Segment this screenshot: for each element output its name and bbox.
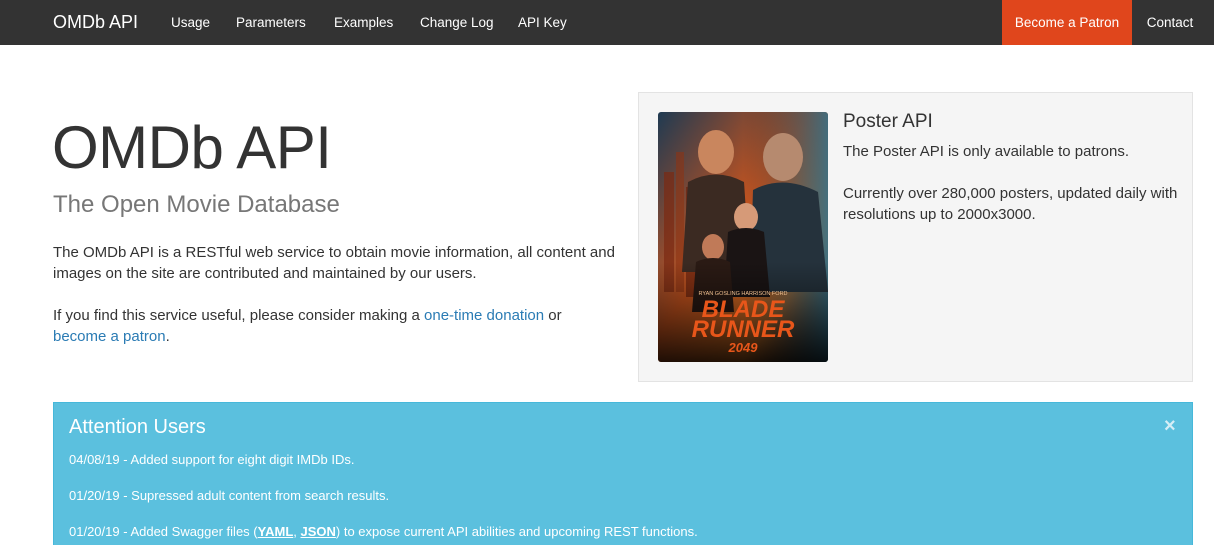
donation-text-prefix: If you find this service useful, please … — [53, 307, 425, 324]
donation-text-suffix: . — [165, 328, 170, 345]
become-patron-link[interactable]: become a patron — [53, 328, 166, 345]
poster-api-stats: Currently over 280,000 posters, updated … — [843, 185, 1178, 223]
brand-link[interactable]: OMDb API — [53, 0, 138, 45]
alert-title: Attention Users — [69, 416, 206, 438]
alert-item: 01/20/19 - Added Swagger files (YAML, JS… — [69, 524, 698, 539]
poster-title-line2: RUNNER — [692, 316, 795, 343]
page-subtitle: The Open Movie Database — [53, 191, 340, 218]
nav-parameters[interactable]: Parameters — [236, 0, 306, 45]
alert-item-suffix: ) to expose current API abilities and up… — [335, 524, 698, 539]
nav-api-key[interactable]: API Key — [518, 0, 567, 45]
top-navbar: OMDb API Usage Parameters Examples Chang… — [0, 0, 1214, 45]
alert-item: 01/20/19 - Supressed adult content from … — [69, 488, 390, 503]
nav-contact[interactable]: Contact — [1132, 0, 1208, 45]
json-link[interactable]: JSON — [301, 524, 336, 539]
page-title: OMDb API — [52, 114, 332, 181]
donation-link[interactable]: one-time donation — [424, 307, 544, 324]
nav-usage[interactable]: Usage — [171, 0, 210, 45]
intro-paragraph: The OMDb API is a RESTful web service to… — [53, 244, 615, 282]
poster-api-heading: Poster API — [843, 111, 933, 132]
become-patron-button[interactable]: Become a Patron — [1002, 0, 1132, 45]
donation-paragraph: If you find this service useful, please … — [53, 305, 623, 347]
poster-api-availability: The Poster API is only available to patr… — [843, 143, 1129, 160]
movie-poster-image: RYAN GOSLING HARRISON FORD BLADE RUNNER … — [658, 112, 828, 362]
alert-item: 04/08/19 - Added support for eight digit… — [69, 452, 355, 467]
alert-item-prefix: 01/20/19 - Added Swagger files ( — [69, 524, 258, 539]
nav-change-log[interactable]: Change Log — [420, 0, 494, 45]
attention-alert: Attention Users × 04/08/19 - Added suppo… — [53, 402, 1193, 545]
poster-api-panel: RYAN GOSLING HARRISON FORD BLADE RUNNER … — [638, 92, 1193, 382]
alert-item-separator: , — [293, 524, 301, 539]
poster-title-line3: 2049 — [728, 340, 759, 355]
yaml-link[interactable]: YAML — [258, 524, 294, 539]
donation-text-middle: or — [544, 307, 562, 324]
nav-examples[interactable]: Examples — [334, 0, 393, 45]
close-icon[interactable]: × — [1164, 415, 1176, 438]
